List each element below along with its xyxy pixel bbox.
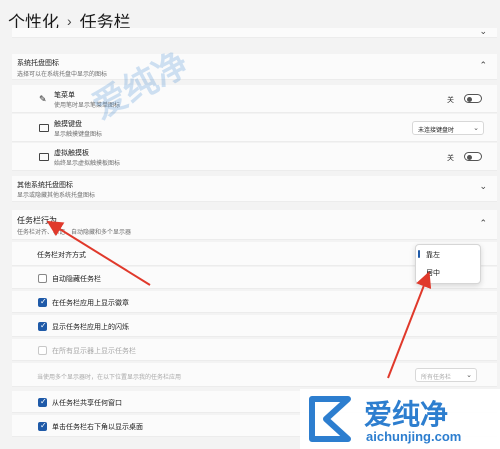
tray-icons-subtitle: 选择可以在系统托盘中显示的图标 bbox=[17, 72, 108, 78]
badges-checkbox[interactable] bbox=[38, 297, 47, 307]
virtual-touchpad-desc: 始终显示虚拟触摸板图标 bbox=[54, 161, 121, 167]
watermark-url: aichunjing.com bbox=[366, 429, 462, 444]
autohide-label: 自动隐藏任务栏 bbox=[52, 276, 101, 283]
virtual-touchpad-toggle[interactable] bbox=[464, 152, 482, 161]
tray-item-virtual-touchpad: 虚拟触摸板 始终显示虚拟触摸板图标 关 bbox=[12, 143, 497, 171]
alignment-option-left[interactable]: 靠左 bbox=[426, 250, 440, 260]
chevron-down-icon: ⌄ bbox=[479, 26, 487, 36]
alignment-option-center[interactable]: 居中 bbox=[426, 268, 440, 278]
behavior-subtitle: 任务栏对齐、标记、自动隐藏和多个显示器 bbox=[17, 230, 132, 236]
behavior-title: 任务栏行为 bbox=[17, 216, 57, 225]
keyboard-icon bbox=[39, 124, 49, 132]
other-tray-title: 其他系统托盘图标 bbox=[17, 182, 73, 189]
watermark-brand: 爱纯净 bbox=[364, 398, 449, 431]
tray-icons-header[interactable]: 系统托盘图标 选择可以在系统托盘中显示的图标 ⌃ bbox=[12, 54, 497, 80]
all-displays-label: 在所有显示器上显示任务栏 bbox=[52, 348, 136, 355]
alignment-label: 任务栏对齐方式 bbox=[37, 252, 86, 259]
touchpad-icon bbox=[39, 153, 49, 161]
chevron-down-icon[interactable]: ⌄ bbox=[479, 181, 487, 192]
touch-keyboard-desc: 显示触摸键盘图标 bbox=[54, 132, 103, 138]
chevron-down-icon: ⌄ bbox=[473, 125, 479, 132]
all-displays-checkbox[interactable] bbox=[38, 346, 47, 355]
watermark-logo: 爱纯净 aichunjing.com bbox=[300, 389, 500, 449]
pen-icon: ✎ bbox=[39, 94, 47, 104]
multi-display-dropdown[interactable]: 所有任务栏 ⌄ bbox=[415, 368, 477, 382]
tray-item-touch-keyboard: 触摸键盘 显示触摸键盘图标 未连接键盘时 ⌄ bbox=[12, 114, 497, 142]
other-tray-icons-header[interactable]: 其他系统托盘图标 显示或隐藏其他系统托盘图标 ⌄ bbox=[12, 176, 497, 202]
virtual-touchpad-label: 虚拟触摸板 bbox=[54, 150, 89, 157]
checkbox-row: 显示任务栏应用上的闪烁 bbox=[12, 315, 497, 337]
autohide-checkbox[interactable] bbox=[38, 274, 47, 283]
tray-icons-title: 系统托盘图标 bbox=[17, 60, 59, 67]
pen-menu-label: 笔菜单 bbox=[54, 92, 75, 99]
flashing-checkbox[interactable] bbox=[38, 321, 47, 331]
badges-label: 在任务栏应用上显示徽章 bbox=[52, 300, 129, 307]
pen-menu-toggle-state: 关 bbox=[447, 97, 454, 104]
breadcrumb-separator: › bbox=[67, 12, 72, 29]
pen-menu-toggle[interactable] bbox=[464, 94, 482, 103]
checkbox-row: 在所有显示器上显示任务栏 bbox=[12, 339, 497, 361]
behavior-header[interactable]: 任务栏行为 任务栏对齐、标记、自动隐藏和多个显示器 ⌃ bbox=[12, 210, 497, 240]
clipped-row: ⌄ bbox=[12, 26, 497, 38]
touch-keyboard-label: 触摸键盘 bbox=[54, 121, 82, 128]
multi-display-label: 当使用多个显示器时，在以下位置显示我的任务栏应用 bbox=[37, 375, 182, 381]
share-window-checkbox[interactable] bbox=[38, 397, 47, 407]
chevron-down-icon: ⌄ bbox=[466, 372, 472, 379]
multi-display-dropdown-value: 所有任务栏 bbox=[421, 375, 452, 381]
other-tray-subtitle: 显示或隐藏其他系统托盘图标 bbox=[17, 193, 96, 199]
touch-keyboard-dropdown-value: 未连接键盘时 bbox=[418, 128, 455, 134]
multi-display-row: 当使用多个显示器时，在以下位置显示我的任务栏应用 所有任务栏 ⌄ bbox=[12, 363, 497, 387]
brand-logo-icon bbox=[309, 396, 351, 442]
selected-indicator bbox=[418, 250, 420, 258]
show-desktop-checkbox[interactable] bbox=[38, 421, 47, 431]
chevron-up-icon[interactable]: ⌃ bbox=[479, 60, 487, 71]
virtual-touchpad-toggle-state: 关 bbox=[447, 155, 454, 162]
flashing-label: 显示任务栏应用上的闪烁 bbox=[52, 324, 129, 331]
touch-keyboard-dropdown[interactable]: 未连接键盘时 ⌄ bbox=[412, 121, 484, 135]
checkbox-row: 在任务栏应用上显示徽章 bbox=[12, 291, 497, 313]
share-window-label: 从任务栏共享任何窗口 bbox=[52, 400, 122, 407]
chevron-up-icon[interactable]: ⌃ bbox=[479, 218, 487, 229]
show-desktop-label: 单击任务栏右下角以显示桌面 bbox=[52, 424, 143, 431]
alignment-flyout: 靠左 居中 bbox=[415, 244, 481, 284]
